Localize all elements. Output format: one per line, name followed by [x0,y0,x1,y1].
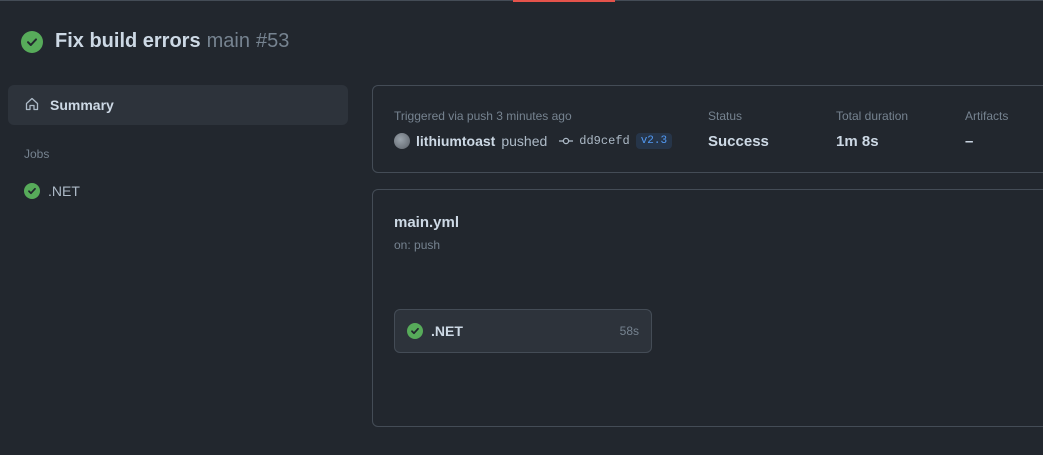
run-header: Fix build errors main #53 [21,30,289,53]
status-value: Success [708,133,769,150]
job-card-dotnet[interactable]: .NET 58s [394,309,652,353]
workflow-trigger: on: push [394,238,441,252]
home-icon [24,96,40,115]
sidebar-item-job-dotnet[interactable]: .NET [8,183,348,199]
duration-info: Total duration 1m 8s [836,109,908,150]
sidebar-item-summary[interactable]: Summary [8,85,348,125]
jobs-section-label: Jobs [24,147,50,161]
sidebar-item-label: .NET [48,183,80,199]
workflow-file-name[interactable]: main.yml [394,214,459,231]
job-card-name: .NET [431,323,463,339]
user-link[interactable]: lithiumtoast [416,133,495,149]
run-title: Fix build errors [55,30,201,52]
artifacts-info: Artifacts – [965,109,1008,150]
sidebar-item-label: Summary [50,97,114,113]
artifacts-label: Artifacts [965,109,1009,123]
run-info-panel: Triggered via push 3 minutes ago lithium… [372,85,1043,173]
avatar[interactable] [394,133,410,149]
success-check-icon [24,183,40,199]
job-card-duration: 58s [619,324,639,338]
success-check-icon [21,30,43,53]
status-label: Status [708,109,743,123]
trigger-text: Triggered via push 3 minutes ago [394,109,572,123]
run-branch[interactable]: main [207,30,250,52]
tag-badge[interactable]: v2.3 [635,133,673,149]
top-progress-accent [513,0,615,2]
workflow-graph-panel: main.yml on: push .NET 58s [372,189,1043,427]
run-number: #53 [255,30,290,52]
status-info: Status Success [708,109,769,150]
duration-value: 1m 8s [836,133,879,150]
artifacts-value: – [965,133,974,150]
trigger-info: Triggered via push 3 minutes ago lithium… [394,109,673,149]
commit-sha-link[interactable]: dd9cefd [579,134,629,148]
push-action-text: pushed [501,133,548,149]
duration-label: Total duration [836,109,909,123]
sidebar: Summary Jobs .NET [8,85,348,199]
commit-icon [559,136,574,146]
success-check-icon [407,323,423,339]
